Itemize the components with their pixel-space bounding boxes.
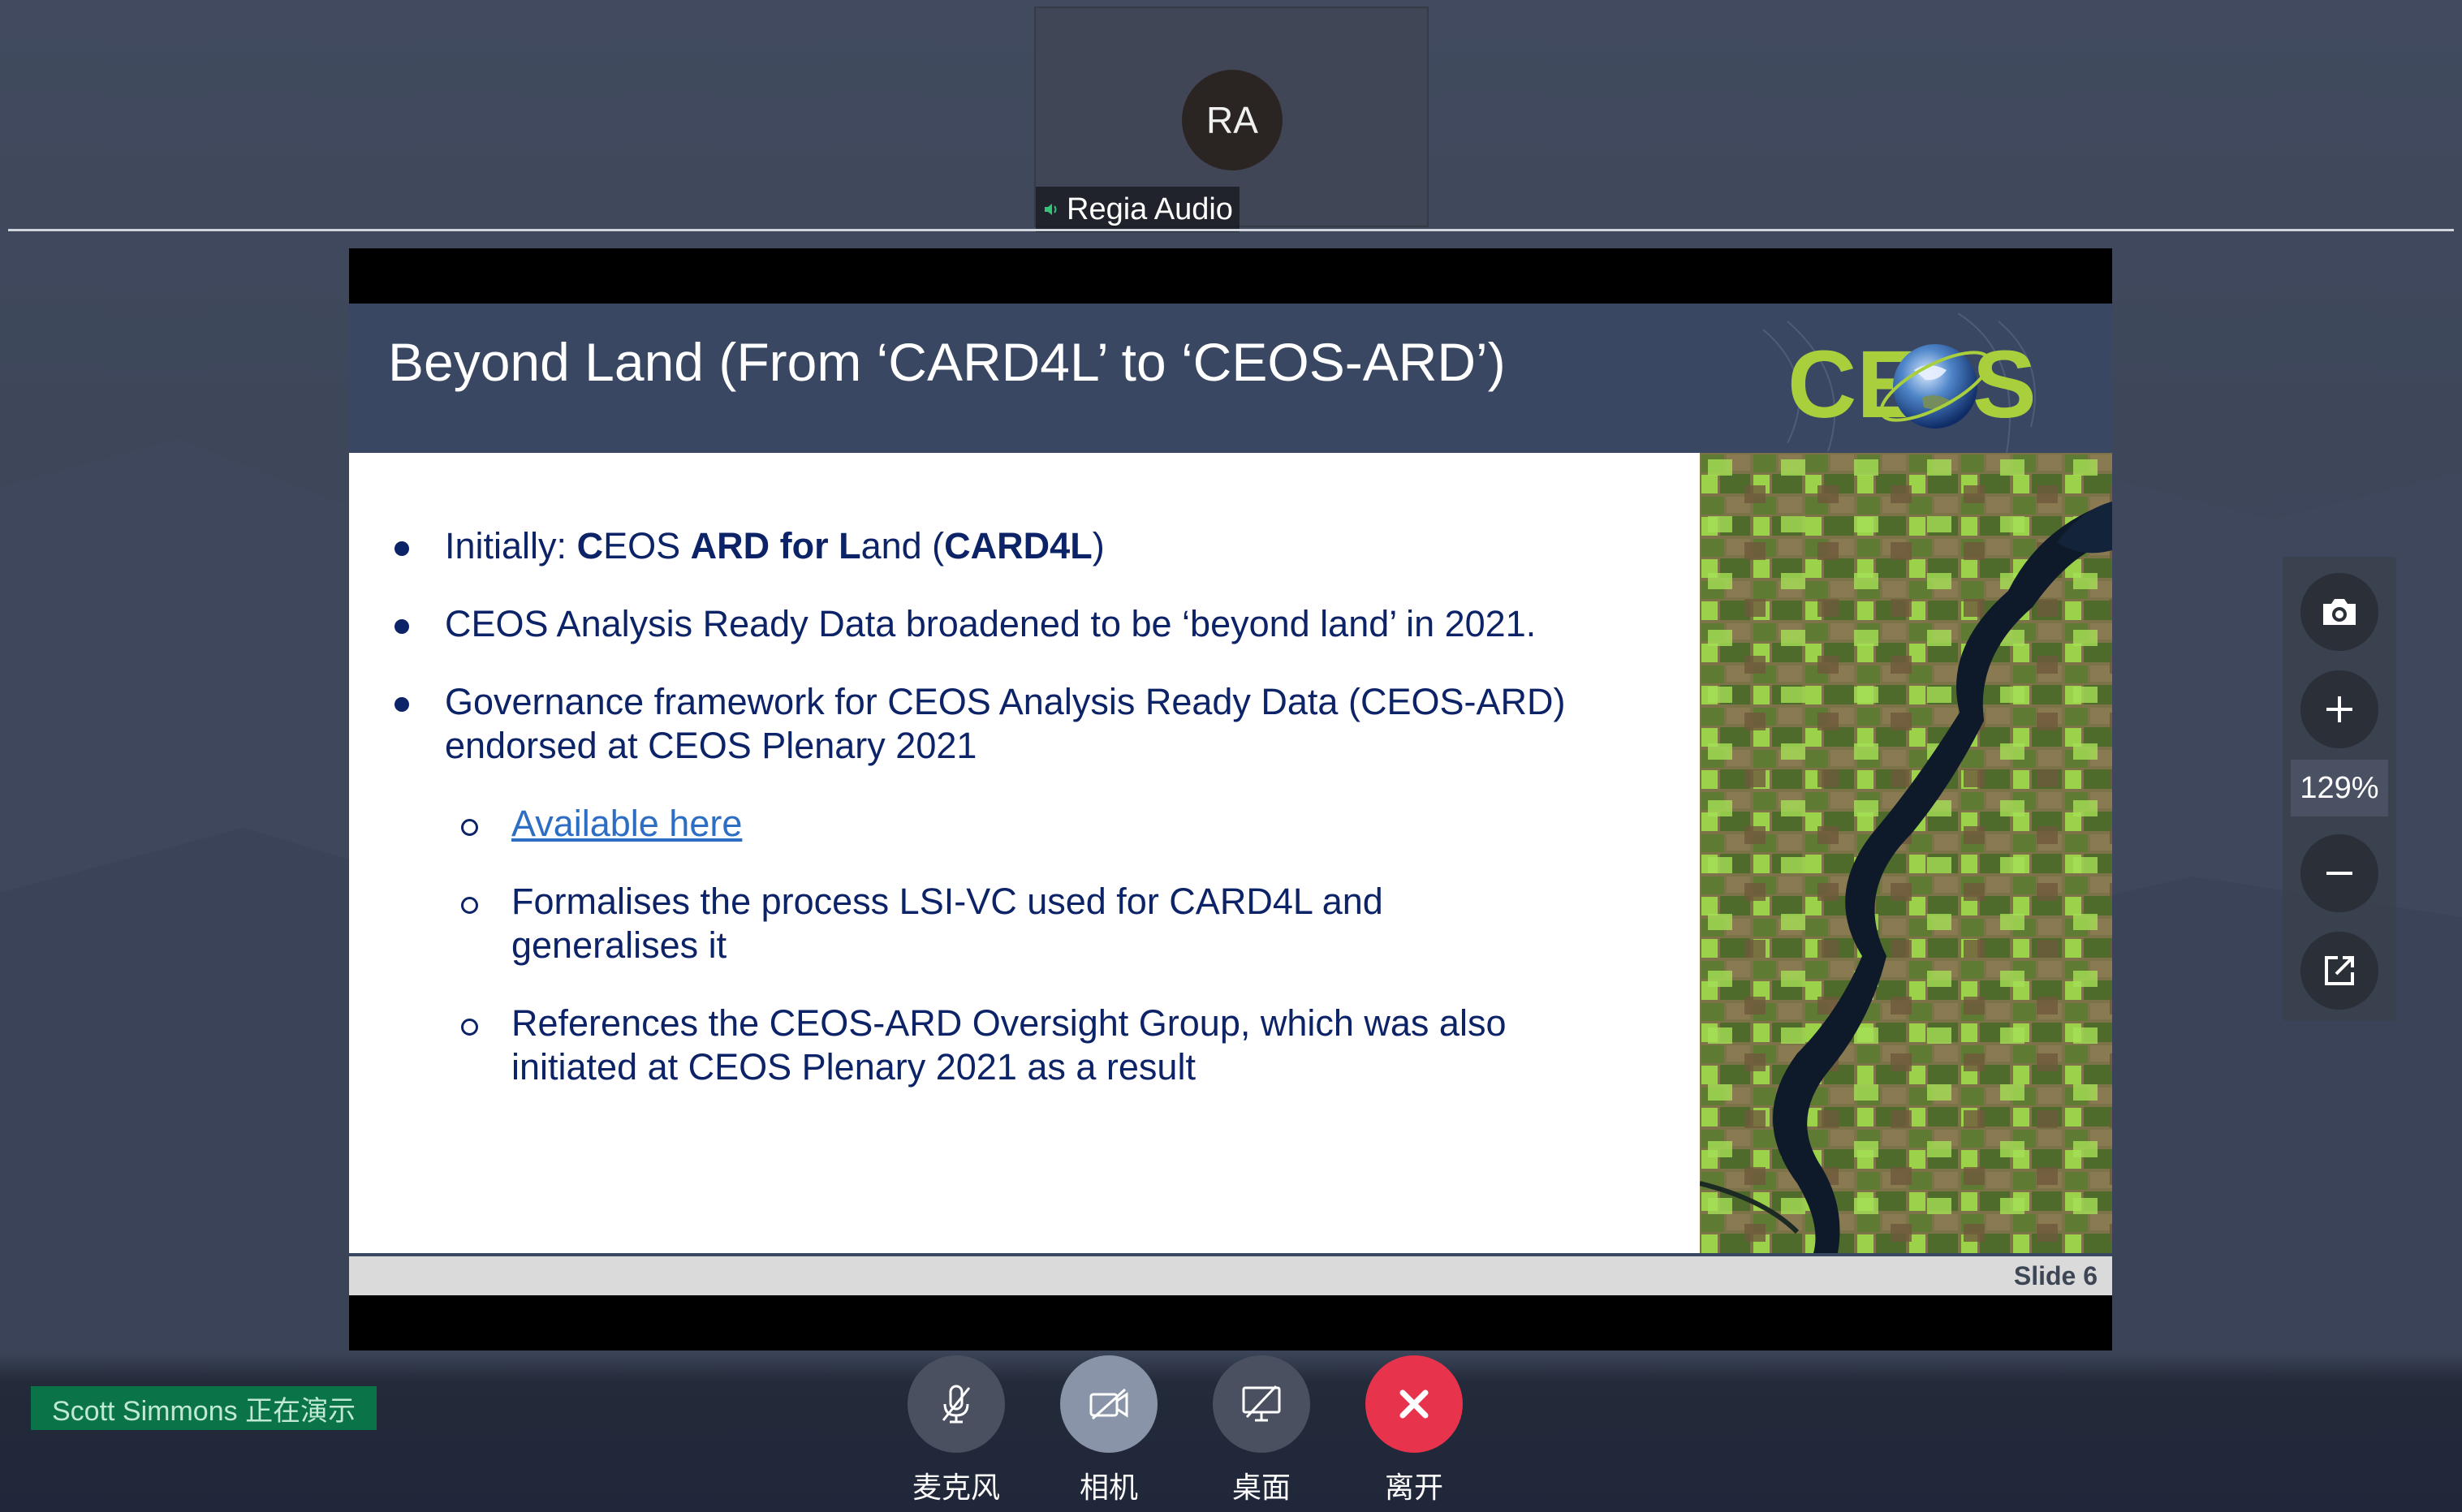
desktop-share-button[interactable]: 桌面 [1211, 1355, 1312, 1506]
participant-name: Regia Audio [1067, 192, 1233, 226]
zoom-in-button[interactable] [2300, 670, 2378, 748]
presenter-badge: Scott Simmons 正在演示 [31, 1386, 377, 1430]
open-external-icon [2325, 956, 2354, 985]
divider-line [8, 229, 2454, 231]
svg-text:S: S [1973, 331, 2037, 438]
camera-icon [2323, 599, 2356, 625]
mic-button[interactable]: 麦克风 [906, 1355, 1007, 1506]
available-here-link[interactable]: Available here [511, 803, 742, 844]
leave-button-circle[interactable] [1365, 1355, 1463, 1453]
presentation-slide: Beyond Land (From ‘CARD4L’ to ‘CEOS-ARD’… [349, 304, 2112, 1295]
zoom-level: 129% [2291, 760, 2388, 816]
leave-label: 离开 [1384, 1471, 1443, 1504]
zoom-in-icon [2326, 696, 2352, 722]
leave-button[interactable]: 离开 [1364, 1355, 1464, 1506]
camera-button-circle[interactable] [1060, 1355, 1158, 1453]
slide-footer: Slide 6 [349, 1253, 2112, 1295]
desktop-share-circle[interactable] [1213, 1355, 1310, 1453]
zoom-out-button[interactable] [2300, 834, 2378, 912]
bullet-text: and ( [860, 525, 945, 566]
bullet-text: ) [1092, 525, 1105, 566]
slide-number: Slide 6 [2013, 1261, 2098, 1290]
sub-bullet-references: References the CEOS-ARD Oversight Group,… [391, 1002, 1528, 1089]
bullet-text: EOS [603, 525, 691, 566]
sub-bullet-formalises: Formalises the process LSI-VC used for C… [391, 880, 1447, 967]
mic-button-circle[interactable] [908, 1355, 1005, 1453]
bullet-text-bold: C [576, 525, 604, 566]
slide-body: Initially: CEOS ARD for Land (CARD4L) CE… [349, 453, 1700, 1273]
screen-share-off-icon [1242, 1385, 1281, 1422]
zoom-panel: 129% [2283, 557, 2396, 1021]
bullet-broadened: CEOS Analysis Ready Data broadened to be… [391, 602, 1658, 646]
bullet-text-bold: CARD4L [944, 525, 1093, 566]
camera-label: 相机 [1079, 1471, 1138, 1504]
ceos-logo: CE S [1762, 313, 2037, 453]
screenshot-button[interactable] [2300, 573, 2378, 651]
camera-button[interactable]: 相机 [1059, 1355, 1159, 1506]
desktop-label: 桌面 [1231, 1471, 1291, 1504]
bullet-governance: Governance framework for CEOS Analysis R… [391, 680, 1576, 768]
participant-tile[interactable]: RA Regia Audio [1034, 6, 1429, 232]
close-icon [1399, 1389, 1429, 1419]
zoom-out-icon [2326, 872, 2352, 875]
camera-off-icon [1089, 1388, 1128, 1420]
participant-name-tag: Regia Audio [1036, 187, 1240, 232]
mic-label: 麦克风 [912, 1471, 1000, 1504]
sub-bullet-available: Available here [391, 802, 1658, 846]
screen-share[interactable]: Beyond Land (From ‘CARD4L’ to ‘CEOS-ARD’… [349, 248, 2112, 1350]
mic-off-icon [942, 1385, 971, 1424]
pop-out-button[interactable] [2300, 932, 2378, 1010]
bullet-text: Initially: [445, 525, 577, 566]
slide-header: Beyond Land (From ‘CARD4L’ to ‘CEOS-ARD’… [349, 304, 2112, 453]
bullet-text-bold: ARD for L [690, 525, 861, 566]
avatar: RA [1182, 70, 1283, 170]
bullet-list: Initially: CEOS ARD for Land (CARD4L) CE… [391, 524, 1658, 1123]
slide-title: Beyond Land (From ‘CARD4L’ to ‘CEOS-ARD’… [388, 332, 1506, 392]
bullet-initially: Initially: CEOS ARD for Land (CARD4L) [391, 524, 1658, 568]
satellite-image [1700, 453, 2112, 1253]
speaker-icon [1045, 204, 1057, 215]
